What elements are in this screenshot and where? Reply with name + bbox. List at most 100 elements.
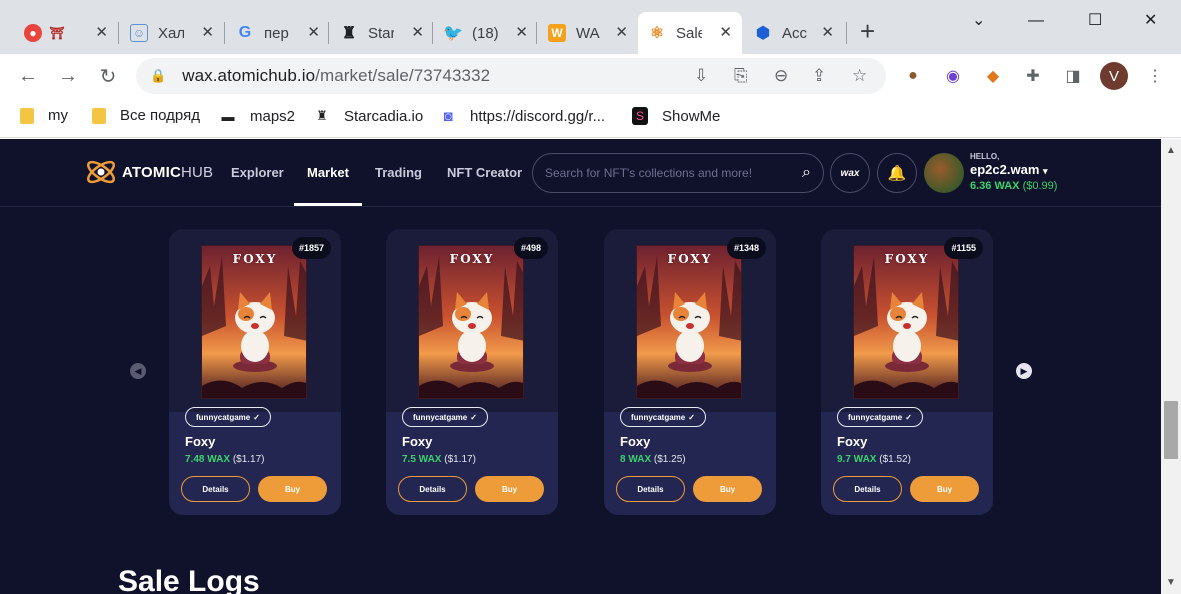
- zoom-icon[interactable]: ⊖: [774, 66, 788, 86]
- ghost-extension-icon[interactable]: ◉: [942, 65, 964, 87]
- browser-tab[interactable]: ☺ Хал ✕: [120, 12, 224, 54]
- search-icon[interactable]: ⌕: [802, 164, 811, 182]
- browser-toolbar: ← → ↻ 🔒 wax.atomichub.io/market/sale/737…: [0, 54, 1181, 98]
- username-dropdown[interactable]: ep2c2.wam ▾: [970, 162, 1048, 177]
- scroll-up-icon[interactable]: ▲: [1166, 145, 1176, 156]
- browser-tab[interactable]: ⬢ Acc ✕: [744, 12, 844, 54]
- asset-name: Foxy: [837, 434, 868, 449]
- scroll-thumb[interactable]: [1164, 401, 1178, 459]
- browser-tab[interactable]: G пер ✕: [226, 12, 330, 54]
- nft-sale-card[interactable]: FOXY #498 funnycatgame ✓ Foxy 7.5 WAX ($1…: [386, 229, 558, 515]
- nft-sale-card[interactable]: FOXY #1857 funnycatgame ✓ Foxy 7.48 WAX (…: [169, 229, 341, 515]
- nft-artwork[interactable]: FOXY: [201, 245, 307, 399]
- username: ep2c2.wam: [970, 162, 1040, 177]
- translate-icon[interactable]: ⎘: [734, 66, 748, 86]
- browser-tab[interactable]: ● ⛩ ✕: [14, 12, 118, 54]
- balance-wax: 6.36 WAX: [970, 180, 1020, 192]
- asset-price: 9.7 WAX ($1.52): [837, 454, 911, 465]
- new-tab-icon[interactable]: +: [860, 18, 875, 44]
- minimize-icon[interactable]: —: [1028, 12, 1044, 30]
- carousel-next-icon[interactable]: ▶: [1016, 363, 1032, 379]
- extensions-puzzle-icon[interactable]: ✚: [1022, 65, 1044, 87]
- close-tab-icon[interactable]: ✕: [95, 23, 108, 41]
- logo-hub: HUB: [180, 163, 214, 181]
- bookmark-star-icon[interactable]: ☆: [852, 66, 867, 86]
- menu-kebab-icon[interactable]: ⋮: [1144, 65, 1166, 87]
- details-button[interactable]: Details: [833, 476, 902, 502]
- address-bar[interactable]: 🔒 wax.atomichub.io/market/sale/73743332 …: [136, 58, 886, 94]
- forward-icon[interactable]: →: [54, 62, 82, 90]
- nav-nft-creator[interactable]: NFT Creator: [447, 165, 522, 180]
- buy-button[interactable]: Buy: [910, 476, 979, 502]
- scroll-down-icon[interactable]: ▼: [1166, 577, 1176, 588]
- collection-tag[interactable]: funnycatgame ✓: [185, 407, 271, 427]
- buy-button[interactable]: Buy: [258, 476, 327, 502]
- reload-icon[interactable]: ↻: [94, 62, 122, 90]
- bookmark-item[interactable]: my: [20, 107, 68, 124]
- bookmark-item[interactable]: ▬ maps2: [220, 107, 296, 125]
- tab-separator: [224, 22, 225, 44]
- browser-tab[interactable]: 🐦 (18) ✕: [434, 12, 538, 54]
- close-tab-icon[interactable]: ✕: [515, 23, 528, 41]
- maximize-icon[interactable]: ☐: [1088, 10, 1102, 30]
- artwork-title: FOXY: [884, 252, 930, 266]
- asset-price: 7.5 WAX ($1.17): [402, 454, 476, 465]
- close-tab-icon[interactable]: ✕: [719, 23, 732, 41]
- asset-name: Foxy: [185, 434, 216, 449]
- close-tab-icon[interactable]: ✕: [411, 23, 424, 41]
- section-title: Sale Logs: [118, 565, 260, 594]
- close-tab-icon[interactable]: ✕: [615, 23, 628, 41]
- install-app-icon[interactable]: ⇩: [694, 66, 708, 86]
- site-search-input[interactable]: Search for NFT's collections and more! ⌕: [532, 153, 824, 193]
- close-tab-icon[interactable]: ✕: [821, 23, 834, 41]
- cookie-extension-icon[interactable]: ●: [902, 65, 924, 87]
- side-panel-icon[interactable]: ◨: [1062, 65, 1084, 87]
- nft-sale-card[interactable]: FOXY #1348 funnycatgame ✓ Foxy 8 WAX ($1.…: [604, 229, 776, 515]
- notifications-bell-icon[interactable]: 🔔: [877, 153, 917, 193]
- starcadia-icon: ♜: [316, 108, 328, 123]
- user-avatar[interactable]: [924, 153, 964, 193]
- bookmark-item[interactable]: ♜ Starcadia.io: [314, 107, 423, 125]
- nav-trading[interactable]: Trading: [375, 165, 422, 180]
- tab-search-chevron-icon[interactable]: ⌄: [972, 10, 985, 30]
- close-tab-icon[interactable]: ✕: [201, 23, 214, 41]
- details-button[interactable]: Details: [398, 476, 467, 502]
- share-icon[interactable]: ⇪: [812, 66, 826, 86]
- nav-explorer[interactable]: Explorer: [231, 165, 284, 180]
- wax-button[interactable]: wax: [830, 153, 870, 193]
- page-scrollbar[interactable]: ▲ ▼: [1161, 139, 1181, 594]
- buy-button[interactable]: Buy: [693, 476, 762, 502]
- profile-avatar[interactable]: V: [1100, 62, 1128, 90]
- carousel-prev-icon[interactable]: ◀: [130, 363, 146, 379]
- folder-icon: [92, 107, 106, 124]
- details-button[interactable]: Details: [181, 476, 250, 502]
- atomichub-logo[interactable]: ATOMICHUB: [84, 155, 213, 189]
- browser-tab[interactable]: ♜ Star ✕: [330, 12, 434, 54]
- details-button[interactable]: Details: [616, 476, 685, 502]
- nft-sale-card[interactable]: FOXY #1155 funnycatgame ✓ Foxy 9.7 WAX ($…: [821, 229, 993, 515]
- back-icon[interactable]: ←: [14, 62, 42, 90]
- nft-artwork[interactable]: FOXY: [636, 245, 742, 399]
- collection-tag[interactable]: funnycatgame ✓: [620, 407, 706, 427]
- bookmark-item[interactable]: ◙ https://discord.gg/r...: [440, 107, 605, 125]
- metamask-icon[interactable]: ◆: [982, 65, 1004, 87]
- close-tab-icon[interactable]: ✕: [307, 23, 320, 41]
- buy-button[interactable]: Buy: [475, 476, 544, 502]
- mint-number-badge: #1348: [726, 237, 766, 259]
- nft-artwork[interactable]: FOXY: [853, 245, 959, 399]
- price-wax: 7.5 WAX: [402, 454, 442, 465]
- bookmark-item[interactable]: S ShowMe: [632, 107, 720, 125]
- collection-tag[interactable]: funnycatgame ✓: [402, 407, 488, 427]
- artwork-title: FOXY: [449, 252, 495, 266]
- browser-tab[interactable]: W WA ✕: [538, 12, 638, 54]
- nav-market[interactable]: Market: [307, 165, 349, 180]
- verified-check-icon: ✓: [905, 412, 912, 422]
- url-host: wax.atomichub.io: [182, 66, 316, 85]
- collection-tag[interactable]: funnycatgame ✓: [837, 407, 923, 427]
- browser-tab-active[interactable]: ⚛ Sale ✕: [638, 12, 742, 54]
- face-icon: ☺: [130, 24, 148, 42]
- bookmark-item[interactable]: Все подряд: [92, 107, 200, 124]
- close-window-icon[interactable]: ✕: [1144, 10, 1157, 30]
- bookmark-label: Все подряд: [120, 107, 200, 124]
- nft-artwork[interactable]: FOXY: [418, 245, 524, 399]
